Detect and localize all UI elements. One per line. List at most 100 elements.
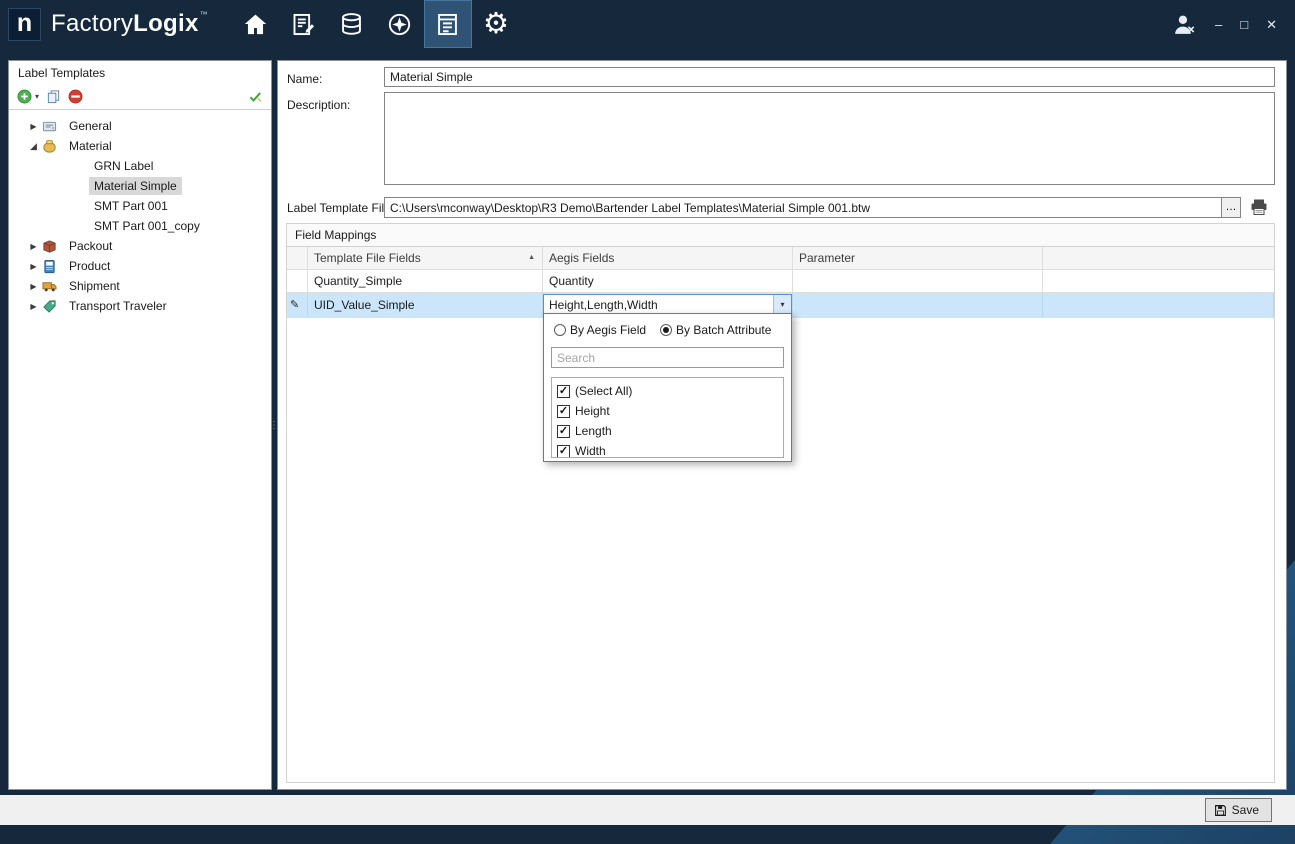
option-width[interactable]: ✓ Width bbox=[557, 441, 778, 458]
app-logo: n bbox=[8, 8, 41, 41]
product-icon bbox=[42, 259, 58, 274]
table-header: Template File Fields ▲ Aegis Fields Para… bbox=[287, 247, 1274, 270]
tree-item-label: Packout bbox=[64, 237, 117, 255]
home-button[interactable] bbox=[232, 0, 280, 48]
database-button[interactable] bbox=[328, 0, 376, 48]
tree-item-material[interactable]: ◢ Material bbox=[9, 136, 271, 156]
expander-icon[interactable]: ▶ bbox=[28, 282, 39, 291]
trademark-symbol: ™ bbox=[200, 10, 208, 19]
description-label: Description: bbox=[287, 98, 350, 112]
search-input[interactable] bbox=[551, 347, 784, 368]
save-button[interactable]: Save bbox=[1205, 798, 1272, 822]
expander-icon[interactable]: ▶ bbox=[28, 122, 39, 131]
navigator-button[interactable] bbox=[376, 0, 424, 48]
cell-empty bbox=[1043, 270, 1274, 292]
name-input[interactable] bbox=[384, 67, 1275, 87]
add-dropdown-caret-icon[interactable]: ▾ bbox=[35, 92, 39, 101]
column-header-template-file-fields[interactable]: Template File Fields ▲ bbox=[308, 247, 543, 269]
packout-icon bbox=[42, 239, 58, 254]
column-header-label: Template File Fields bbox=[314, 247, 421, 269]
cell-template-field[interactable]: Quantity_Simple bbox=[308, 270, 543, 292]
tree-item-general[interactable]: ▶ General bbox=[9, 116, 271, 136]
data-entry-button[interactable] bbox=[280, 0, 328, 48]
name-label: Name: bbox=[287, 72, 322, 86]
expander-icon[interactable]: ▶ bbox=[28, 262, 39, 271]
shipment-icon bbox=[42, 279, 58, 294]
cell-empty bbox=[1043, 293, 1274, 317]
tree-item-label: Product bbox=[64, 257, 115, 275]
browse-button[interactable]: … bbox=[1221, 197, 1241, 218]
option-height[interactable]: ✓ Height bbox=[557, 401, 778, 421]
expander-icon[interactable]: ▶ bbox=[28, 242, 39, 251]
description-input[interactable] bbox=[384, 92, 1275, 185]
tree-item-label: SMT Part 001 bbox=[89, 197, 173, 215]
print-icon[interactable] bbox=[1250, 199, 1268, 215]
cell-parameter[interactable] bbox=[793, 293, 1043, 317]
user-signout-icon[interactable] bbox=[1172, 13, 1197, 36]
save-icon bbox=[1214, 804, 1227, 817]
row-selector[interactable] bbox=[287, 270, 308, 292]
navigator-icon bbox=[386, 11, 413, 38]
attribute-dropdown-popup: By Aegis Field By Batch Attribute ✓ (Sel… bbox=[543, 313, 792, 462]
copy-template-button[interactable] bbox=[46, 89, 61, 104]
tree-item-transport-traveler[interactable]: ▶ Transport Traveler bbox=[9, 296, 271, 316]
tree-item-material-simple[interactable]: Material Simple bbox=[9, 176, 271, 196]
data-entry-icon bbox=[290, 11, 317, 38]
settings-icon: ⚙ bbox=[483, 10, 509, 39]
minimize-button[interactable]: – bbox=[1215, 18, 1222, 31]
template-tree: ▶ General ◢ Material GRN Label Material … bbox=[9, 110, 271, 316]
cell-template-field[interactable]: UID_Value_Simple bbox=[308, 293, 543, 317]
tree-item-shipment[interactable]: ▶ Shipment bbox=[9, 276, 271, 296]
column-header-parameter[interactable]: Parameter bbox=[793, 247, 1043, 269]
transport-traveler-icon bbox=[42, 299, 58, 314]
expander-icon[interactable]: ◢ bbox=[28, 141, 39, 152]
option-label: Length bbox=[575, 424, 612, 438]
panel-splitter[interactable]: ⋮ bbox=[271, 60, 277, 790]
app-title: FactoryLogix™ bbox=[51, 10, 208, 38]
label-templates-button[interactable] bbox=[424, 0, 472, 48]
panel-title: Label Templates bbox=[9, 61, 271, 83]
app-logo-letter: n bbox=[17, 9, 32, 38]
tree-item-packout[interactable]: ▶ Packout bbox=[9, 236, 271, 256]
delete-template-button[interactable] bbox=[68, 89, 83, 104]
radio-label: By Aegis Field bbox=[570, 323, 646, 337]
table-row[interactable]: Quantity_Simple Quantity bbox=[287, 270, 1274, 293]
material-icon bbox=[42, 139, 58, 154]
tree-item-label: General bbox=[64, 117, 117, 135]
tree-item-smt-part-001[interactable]: SMT Part 001 bbox=[9, 196, 271, 216]
checkbox-checked-icon: ✓ bbox=[557, 445, 570, 458]
label-templates-icon bbox=[434, 11, 461, 38]
radio-by-batch-attribute[interactable]: By Batch Attribute bbox=[660, 323, 771, 337]
splitter-grip-icon: ⋮ bbox=[269, 420, 279, 431]
file-input[interactable] bbox=[384, 197, 1222, 218]
cell-parameter[interactable] bbox=[793, 270, 1043, 292]
tree-item-product[interactable]: ▶ Product bbox=[9, 256, 271, 276]
column-header-aegis-fields[interactable]: Aegis Fields bbox=[543, 247, 793, 269]
close-button[interactable]: ✕ bbox=[1266, 18, 1277, 31]
option-label: Width bbox=[575, 444, 606, 458]
mapping-mode-radios: By Aegis Field By Batch Attribute bbox=[544, 314, 791, 337]
combobox-dropdown-button[interactable]: ▾ bbox=[773, 295, 791, 315]
radio-unchecked-icon bbox=[554, 324, 566, 336]
general-icon bbox=[42, 119, 58, 134]
maximize-button[interactable]: □ bbox=[1240, 18, 1248, 31]
tree-item-label: Shipment bbox=[64, 277, 125, 295]
tree-item-grn-label[interactable]: GRN Label bbox=[9, 156, 271, 176]
file-label: Label Template File: bbox=[287, 201, 394, 215]
checkbox-checked-icon: ✓ bbox=[557, 385, 570, 398]
cell-aegis-field[interactable]: Quantity bbox=[543, 270, 793, 292]
option-length[interactable]: ✓ Length bbox=[557, 421, 778, 441]
home-icon bbox=[242, 11, 269, 38]
tree-item-smt-part-001-copy[interactable]: SMT Part 001_copy bbox=[9, 216, 271, 236]
add-template-button[interactable] bbox=[17, 89, 32, 104]
window-controls: – □ ✕ bbox=[1172, 13, 1295, 36]
option-select-all[interactable]: ✓ (Select All) bbox=[557, 381, 778, 401]
validate-template-button[interactable] bbox=[248, 89, 263, 104]
checkbox-checked-icon: ✓ bbox=[557, 425, 570, 438]
expander-icon[interactable]: ▶ bbox=[28, 302, 39, 311]
command-bar: Save bbox=[0, 795, 1295, 825]
settings-button[interactable]: ⚙ bbox=[472, 0, 520, 48]
label-templates-panel: Label Templates ▾ ▶ General ◢ Material G… bbox=[8, 60, 272, 790]
radio-by-aegis-field[interactable]: By Aegis Field bbox=[554, 323, 646, 337]
radio-checked-icon bbox=[660, 324, 672, 336]
